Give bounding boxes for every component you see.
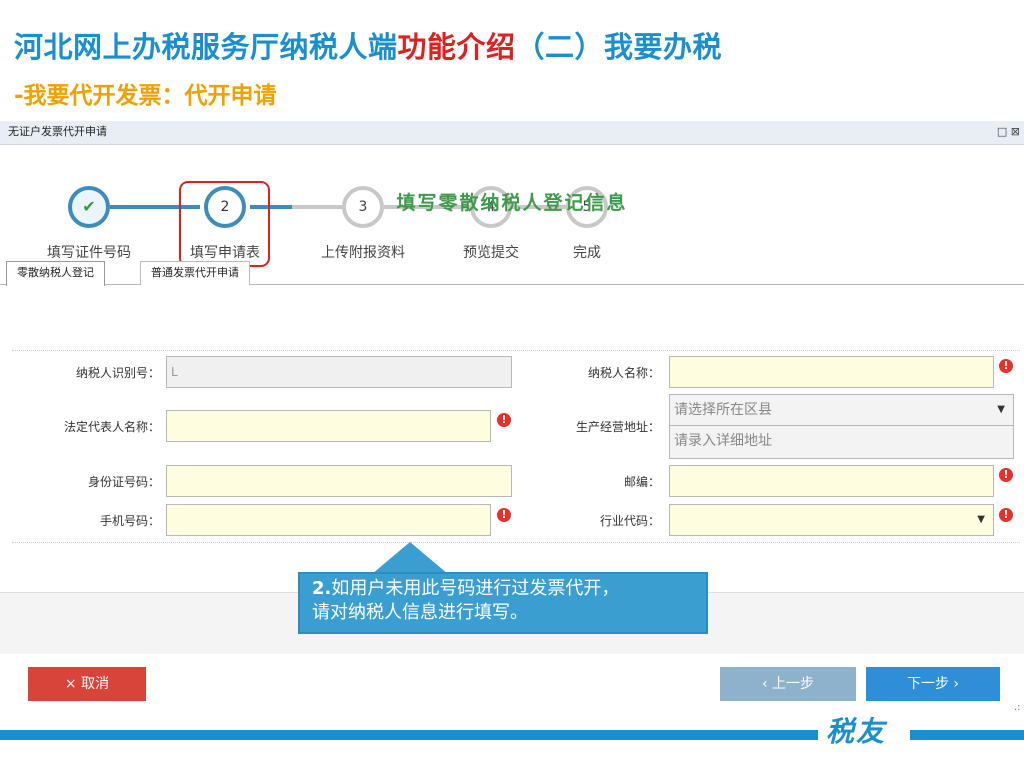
slide-title-highlight: 功能介绍 <box>397 30 516 64</box>
resize-grip-icon: .: <box>1014 702 1021 713</box>
callout-pointer <box>372 542 448 574</box>
chevron-down-icon: ▼ <box>997 404 1005 415</box>
callout-text-1: 如用户未用此号码进行过发票代开， <box>331 578 620 599</box>
tab-scattered-taxpayer-registration[interactable]: 零散纳税人登记 <box>6 261 105 286</box>
callout-number: 2. <box>312 578 332 599</box>
mobile-label: 手机号码： <box>99 514 160 528</box>
taxpayer-name-label: 纳税人名称： <box>587 366 660 380</box>
callout-line-2: 请对纳税人信息进行填写。 <box>312 602 528 623</box>
required-error-icon: ! <box>497 413 511 427</box>
district-select-placeholder: 请选择所在区县 <box>674 402 772 418</box>
slide: 河北网上办税服务厅纳税人端功能介绍（二）我要办税 -我要代开发票：代开申请 无证… <box>0 0 1024 768</box>
slide-title: 河北网上办税服务厅纳税人端功能介绍（二）我要办税 <box>14 24 722 66</box>
required-error-icon: ! <box>999 359 1013 373</box>
slide-title-tail: （二）我要办税 <box>515 30 723 64</box>
slide-title-main: 河北网上办税服务厅纳税人端 <box>14 30 398 64</box>
window-title: 无证户发票代开申请 <box>8 125 107 138</box>
required-error-icon: ! <box>999 508 1013 522</box>
taxpayer-name-field[interactable] <box>669 356 994 388</box>
required-error-icon: ! <box>999 468 1013 482</box>
address-detail-field[interactable]: 请录入详细地址 <box>669 425 1014 459</box>
next-step-button[interactable]: 下一步 › <box>866 667 1000 701</box>
legal-rep-label: 法定代表人名称： <box>63 420 160 434</box>
address-detail-placeholder: 请录入详细地址 <box>674 433 772 449</box>
postcode-label: 邮编： <box>623 475 660 489</box>
slide-subtitle: -我要代开发票：代开申请 <box>14 83 277 109</box>
legal-rep-field[interactable] <box>166 410 491 442</box>
chevron-down-icon: ▼ <box>977 514 985 525</box>
form-title: 填写零散纳税人登记信息 <box>396 192 628 214</box>
window-titlebar: 无证户发票代开申请 □ ⊠ <box>0 121 1024 145</box>
district-select[interactable]: 请选择所在区县 ▼ <box>669 394 1014 426</box>
required-error-icon: ! <box>497 508 511 522</box>
cancel-button[interactable]: × 取消 <box>28 667 146 701</box>
industry-code-label: 行业代码： <box>599 514 660 528</box>
callout-line-1: 2.如用户未用此号码进行过发票代开， <box>312 577 706 601</box>
form-divider <box>12 350 1020 351</box>
annotation-callout: 2.如用户未用此号码进行过发票代开， 请对纳税人信息进行填写。 <box>298 572 708 634</box>
business-address-label: 生产经营地址： <box>575 420 660 434</box>
footer-rule-right <box>910 730 1024 740</box>
postcode-field[interactable] <box>669 465 994 497</box>
previous-step-button[interactable]: ‹ 上一步 <box>720 667 856 701</box>
industry-code-select[interactable]: ▼ <box>669 504 994 536</box>
footer-rule-left <box>0 730 818 740</box>
id-card-field[interactable] <box>166 465 512 497</box>
id-card-label: 身份证号码： <box>87 475 160 489</box>
mobile-field[interactable] <box>166 504 491 536</box>
window-controls[interactable]: □ ⊠ <box>997 121 1020 143</box>
tab-invoice-application[interactable]: 普通发票代开申请 <box>140 261 250 285</box>
form-divider <box>12 542 1020 543</box>
taxpayer-id-label: 纳税人识别号： <box>75 366 160 380</box>
brand-logo: 税友 <box>826 715 887 748</box>
tab-bar: 零散纳税人登记 普通发票代开申请 <box>0 259 1024 286</box>
taxpayer-id-field[interactable]: L <box>166 356 512 388</box>
